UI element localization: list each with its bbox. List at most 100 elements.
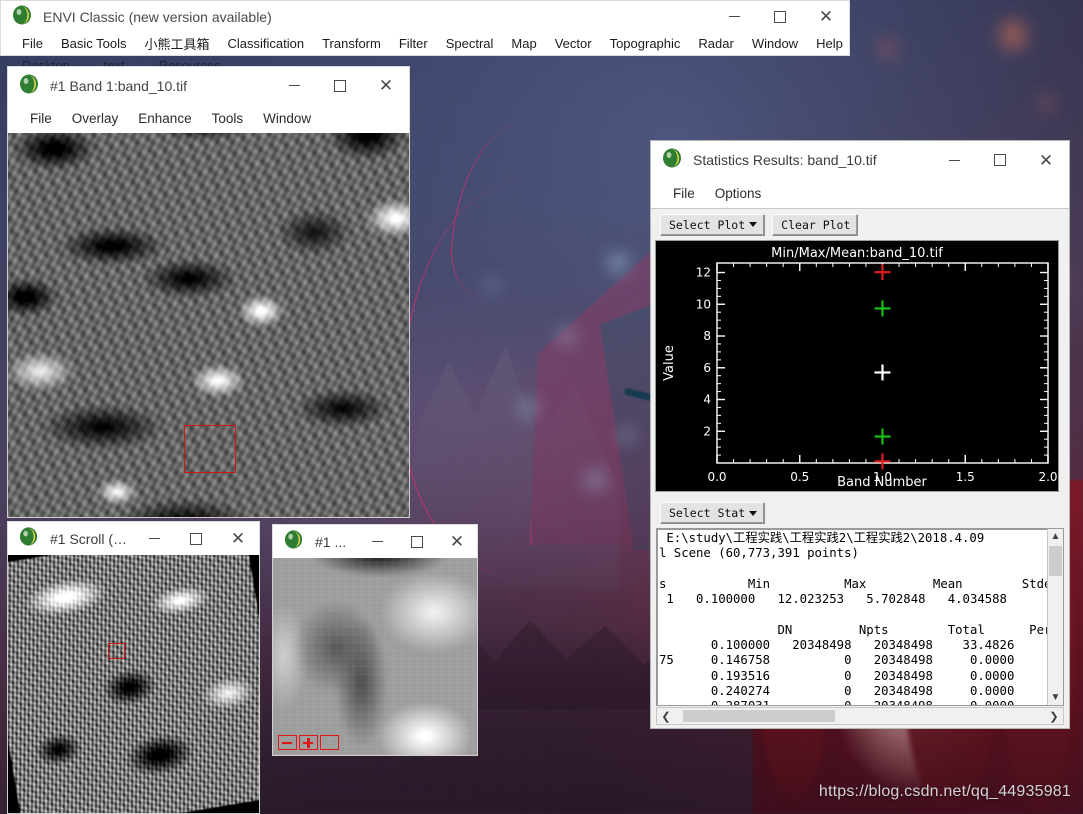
svg-text:8: 8 bbox=[703, 329, 711, 343]
menu-map[interactable]: Map bbox=[502, 36, 545, 51]
menu-options[interactable]: Options bbox=[705, 186, 772, 201]
minimize-button[interactable] bbox=[931, 141, 977, 179]
close-button[interactable]: ✕ bbox=[1023, 141, 1069, 179]
clear-plot-label: Clear Plot bbox=[781, 217, 851, 232]
plot-y-axis-label: Value bbox=[662, 345, 677, 381]
svg-text:2: 2 bbox=[703, 424, 711, 438]
statistics-plot[interactable]: Min/Max/Mean:band_10.tif 0.0 0.5 1.0 1.5 2.0… bbox=[655, 240, 1059, 492]
menu-file[interactable]: File bbox=[13, 36, 52, 51]
scroll-window-buttons: ✕ bbox=[133, 522, 259, 555]
menu-tools[interactable]: Tools bbox=[202, 111, 254, 126]
chevron-down-icon bbox=[749, 510, 758, 516]
zoom-image-canvas[interactable] bbox=[272, 558, 478, 756]
minimize-button[interactable] bbox=[711, 1, 757, 32]
menu-basic-tools[interactable]: Basic Tools bbox=[52, 36, 136, 51]
menu-radar[interactable]: Radar bbox=[689, 36, 742, 51]
maximize-button[interactable] bbox=[175, 522, 217, 555]
menu-enhance[interactable]: Enhance bbox=[128, 111, 201, 126]
svg-text:2.0: 2.0 bbox=[1038, 470, 1057, 484]
envi-logo-icon bbox=[661, 147, 687, 173]
band-title-text: #1 Band 1:band_10.tif bbox=[50, 77, 188, 94]
menu-window[interactable]: Window bbox=[253, 111, 321, 126]
stats-title-text: Statistics Results: band_10.tif bbox=[693, 152, 877, 168]
minimize-button[interactable] bbox=[133, 522, 175, 555]
envi-logo-icon bbox=[18, 73, 44, 99]
maximize-button[interactable] bbox=[317, 67, 363, 104]
zoom-box-icon[interactable] bbox=[320, 735, 339, 750]
plot-x-axis-label: Band Number bbox=[837, 475, 927, 490]
close-button[interactable]: ✕ bbox=[217, 522, 259, 555]
scroll-image-canvas[interactable] bbox=[7, 555, 260, 814]
menu-classification[interactable]: Classification bbox=[218, 36, 313, 51]
chevron-down-icon bbox=[749, 222, 758, 227]
scroll-up-icon[interactable]: ▲ bbox=[1048, 529, 1063, 544]
scroll-titlebar: #1 Scroll (0.... ✕ bbox=[7, 521, 260, 555]
stats-window-buttons: ✕ bbox=[931, 141, 1069, 179]
envi-classic-main-window: ENVI Classic (new version available) ✕ F… bbox=[0, 0, 850, 56]
zoom-title-text: #1 ... bbox=[315, 533, 347, 550]
menu-overlay[interactable]: Overlay bbox=[62, 111, 129, 126]
select-stat-button[interactable]: Select Stat bbox=[660, 502, 766, 524]
menu-spectral[interactable]: Spectral bbox=[437, 36, 503, 51]
zoom-out-icon[interactable] bbox=[278, 735, 297, 750]
svg-text:12: 12 bbox=[696, 266, 711, 280]
vertical-scroll-thumb[interactable] bbox=[1049, 546, 1062, 576]
envi-titlebar: ENVI Classic (new version available) ✕ bbox=[0, 0, 850, 32]
menu-filter[interactable]: Filter bbox=[390, 36, 437, 51]
plot-title: Min/Max/Mean:band_10.tif bbox=[771, 246, 943, 261]
close-button[interactable]: ✕ bbox=[437, 525, 477, 558]
menu-help[interactable]: Help bbox=[807, 36, 852, 51]
envi-title-text: ENVI Classic (new version available) bbox=[43, 8, 272, 25]
menu-file[interactable]: File bbox=[20, 111, 62, 126]
zoom-in-icon[interactable] bbox=[299, 735, 318, 750]
zoom-pixel-grid bbox=[273, 558, 477, 755]
svg-text:4: 4 bbox=[703, 393, 711, 407]
statistics-text-panel[interactable]: E:\study\工程实践\工程实践2\工程实践2\2018.4.09 l Sc… bbox=[656, 528, 1064, 706]
scroll-left-icon[interactable]: ❮ bbox=[657, 710, 675, 723]
minimize-button[interactable] bbox=[357, 525, 397, 558]
statistics-text-content: E:\study\工程实践\工程实践2\工程实践2\2018.4.09 l Sc… bbox=[659, 531, 1047, 705]
plot-toolbar: Select Plot Clear Plot bbox=[651, 208, 1069, 240]
minimize-button[interactable] bbox=[271, 67, 317, 104]
menu-topographic[interactable]: Topographic bbox=[601, 36, 690, 51]
watermark-url: https://blog.csdn.net/qq_44935981 bbox=[818, 783, 1071, 800]
svg-text:10: 10 bbox=[696, 297, 711, 311]
statistics-horizontal-scrollbar[interactable]: ❮ ❯ bbox=[656, 707, 1064, 725]
menu-window[interactable]: Window bbox=[743, 36, 807, 51]
horizontal-scroll-thumb[interactable] bbox=[683, 710, 835, 722]
select-plot-button[interactable]: Select Plot bbox=[660, 213, 766, 236]
svg-text:6: 6 bbox=[703, 361, 711, 375]
clear-plot-button[interactable]: Clear Plot bbox=[772, 213, 859, 236]
band-display-window: #1 Band 1:band_10.tif ✕ File Overlay Enh… bbox=[7, 66, 410, 518]
stats-titlebar: Statistics Results: band_10.tif ✕ bbox=[651, 141, 1069, 179]
scroll-view-box[interactable] bbox=[108, 643, 125, 659]
menu-file[interactable]: File bbox=[663, 186, 705, 201]
envi-logo-icon bbox=[18, 526, 44, 552]
menu-vector[interactable]: Vector bbox=[546, 36, 601, 51]
statistics-vertical-scrollbar[interactable]: ▲ ▼ bbox=[1047, 529, 1063, 705]
zoom-region-box[interactable] bbox=[184, 425, 236, 473]
stat-toolbar: Select Stat bbox=[651, 498, 1069, 528]
band-window-buttons: ✕ bbox=[271, 67, 409, 104]
envi-logo-icon bbox=[283, 529, 309, 555]
scroll-down-icon[interactable]: ▼ bbox=[1048, 690, 1063, 705]
close-button[interactable]: ✕ bbox=[803, 1, 849, 32]
zoom-window: #1 ... ✕ bbox=[272, 524, 478, 756]
scroll-right-icon[interactable]: ❯ bbox=[1045, 710, 1063, 723]
svg-text:1.5: 1.5 bbox=[956, 470, 975, 484]
envi-menubar: File Basic Tools 小熊工具箱 Classification Tr… bbox=[0, 32, 850, 56]
maximize-button[interactable] bbox=[757, 1, 803, 32]
menu-transform[interactable]: Transform bbox=[313, 36, 390, 51]
band-image-canvas[interactable] bbox=[7, 133, 410, 518]
envi-logo-icon bbox=[11, 4, 37, 30]
plot-svg: Min/Max/Mean:band_10.tif 0.0 0.5 1.0 1.5 2.0… bbox=[656, 241, 1058, 491]
close-button[interactable]: ✕ bbox=[363, 67, 409, 104]
select-stat-label: Select Stat bbox=[669, 506, 746, 520]
maximize-button[interactable] bbox=[977, 141, 1023, 179]
menu-xiaoxiong-toolbox[interactable]: 小熊工具箱 bbox=[135, 34, 218, 53]
scroll-window: #1 Scroll (0.... ✕ bbox=[7, 521, 260, 814]
maximize-button[interactable] bbox=[397, 525, 437, 558]
envi-window-buttons: ✕ bbox=[711, 1, 849, 32]
scene-thumbnail-raster bbox=[8, 555, 259, 813]
scroll-title-text: #1 Scroll (0.... bbox=[50, 530, 133, 547]
